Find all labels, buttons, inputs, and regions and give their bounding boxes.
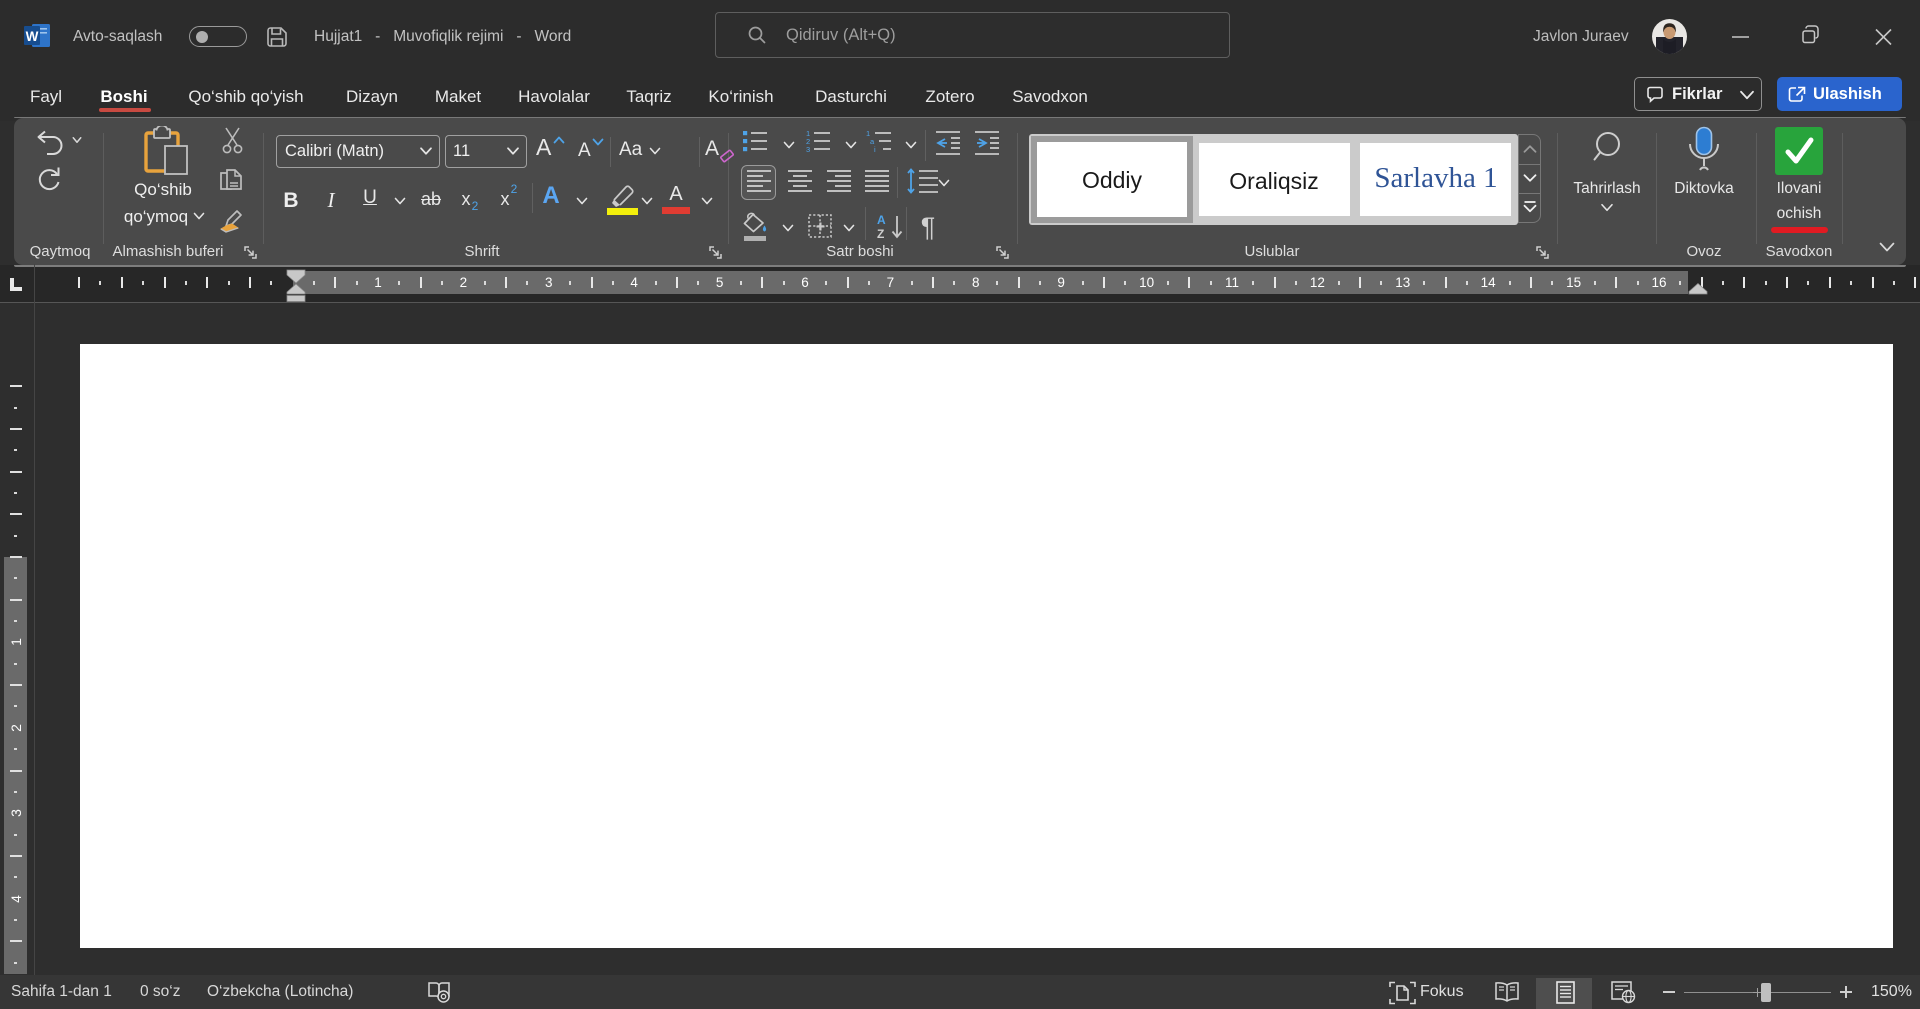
svg-text:W: W — [26, 29, 39, 44]
svg-text:A: A — [877, 213, 886, 227]
svg-text:i: i — [874, 145, 876, 154]
svg-text:3: 3 — [806, 145, 810, 154]
svg-text:Z: Z — [877, 227, 884, 241]
